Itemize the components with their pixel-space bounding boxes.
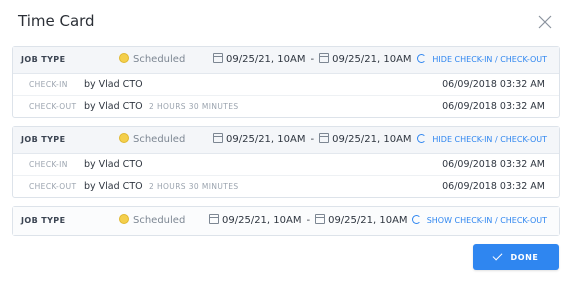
checkout-by: by Vlad CTO [84,181,143,192]
end-date: 09/25/21, 10AM [328,215,408,226]
close-icon[interactable] [535,12,555,32]
time-card-entry: JOB TYPE Scheduled 09/25/21, 10AM -09/25/… [12,206,560,236]
end-date: 09/25/21, 10AM [332,54,412,65]
start-date: 09/25/21, 10AM [222,215,302,226]
toggle-label: HIDE CHECK-IN / CHECK-OUT [432,55,547,64]
checkin-label: CHECK-IN [29,80,68,89]
status: Scheduled [119,214,185,226]
checkin-row: CHECK-IN by Vlad CTO 06/09/2018 03:32 AM [13,74,559,96]
checkin-by: by Vlad CTO [84,79,143,90]
date-range: 09/25/21, 10AM -09/25/21, 10AM [213,53,412,65]
job-type-label: JOB TYPE [21,55,66,64]
checkout-label: CHECK-OUT [29,102,77,111]
checkin-time: 06/09/2018 03:32 AM [442,159,545,170]
end-date: 09/25/21, 10AM [332,134,412,145]
checkout-label: CHECK-OUT [29,182,77,191]
hide-checkin-checkout-toggle[interactable]: HIDE CHECK-IN / CHECK-OUT [417,134,547,144]
hide-checkin-checkout-toggle[interactable]: HIDE CHECK-IN / CHECK-OUT [417,54,547,64]
calendar-icon [213,53,223,63]
time-card-modal: Time Card JOB TYPE Scheduled 09/25/21, 1… [0,0,570,282]
entry-header: JOB TYPE Scheduled 09/25/21, 10AM -09/25/… [13,207,559,235]
checkin-label: CHECK-IN [29,160,68,169]
status-dot-icon [119,214,129,224]
checkin-row: CHECK-IN by Vlad CTO 06/09/2018 03:32 AM [13,154,559,176]
done-button[interactable]: DONE [473,244,559,270]
checkout-time: 06/09/2018 03:32 AM [442,101,545,112]
date-range: 09/25/21, 10AM -09/25/21, 10AM [209,214,408,226]
checkout-row: CHECK-OUT by Vlad CTO 2 HOURS 30 MINUTES… [13,176,559,197]
status: Scheduled [119,133,185,145]
calendar-icon [319,133,330,143]
status-dot-icon [119,53,129,63]
checkout-by: by Vlad CTO [84,101,143,112]
date-separator: - [310,134,315,145]
checkout-duration: 2 HOURS 30 MINUTES [149,102,239,111]
time-card-entry: JOB TYPE Scheduled 09/25/21, 10AM -09/25/… [12,46,560,118]
checkout-row: CHECK-OUT by Vlad CTO 2 HOURS 30 MINUTES… [13,96,559,117]
check-icon [493,250,503,261]
status: Scheduled [119,53,185,65]
status-label: Scheduled [133,215,186,226]
checkin-time: 06/09/2018 03:32 AM [442,79,545,90]
status-label: Scheduled [133,134,186,145]
status-label: Scheduled [133,54,186,65]
status-dot-icon [119,133,129,143]
calendar-icon [315,214,326,224]
toggle-label: HIDE CHECK-IN / CHECK-OUT [432,135,547,144]
calendar-icon [319,53,330,63]
refresh-icon [411,215,421,224]
start-date: 09/25/21, 10AM [226,134,306,145]
show-checkin-checkout-toggle[interactable]: SHOW CHECK-IN / CHECK-OUT [411,215,547,225]
checkout-time: 06/09/2018 03:32 AM [442,181,545,192]
date-range: 09/25/21, 10AM -09/25/21, 10AM [213,133,412,145]
job-type-label: JOB TYPE [21,216,66,225]
calendar-icon [209,214,219,224]
start-date: 09/25/21, 10AM [226,54,306,65]
calendar-icon [213,133,223,143]
checkin-by: by Vlad CTO [84,159,143,170]
checkout-duration: 2 HOURS 30 MINUTES [149,182,239,191]
date-separator: - [306,215,311,226]
toggle-label: SHOW CHECK-IN / CHECK-OUT [426,216,547,225]
job-type-label: JOB TYPE [21,135,66,144]
refresh-icon [417,54,427,63]
date-separator: - [310,54,315,65]
entry-header: JOB TYPE Scheduled 09/25/21, 10AM -09/25/… [13,127,559,154]
modal-title: Time Card [18,12,95,30]
time-card-entry: JOB TYPE Scheduled 09/25/21, 10AM -09/25/… [12,126,560,198]
refresh-icon [417,134,427,143]
done-label: DONE [510,252,539,262]
entry-header: JOB TYPE Scheduled 09/25/21, 10AM -09/25/… [13,47,559,74]
